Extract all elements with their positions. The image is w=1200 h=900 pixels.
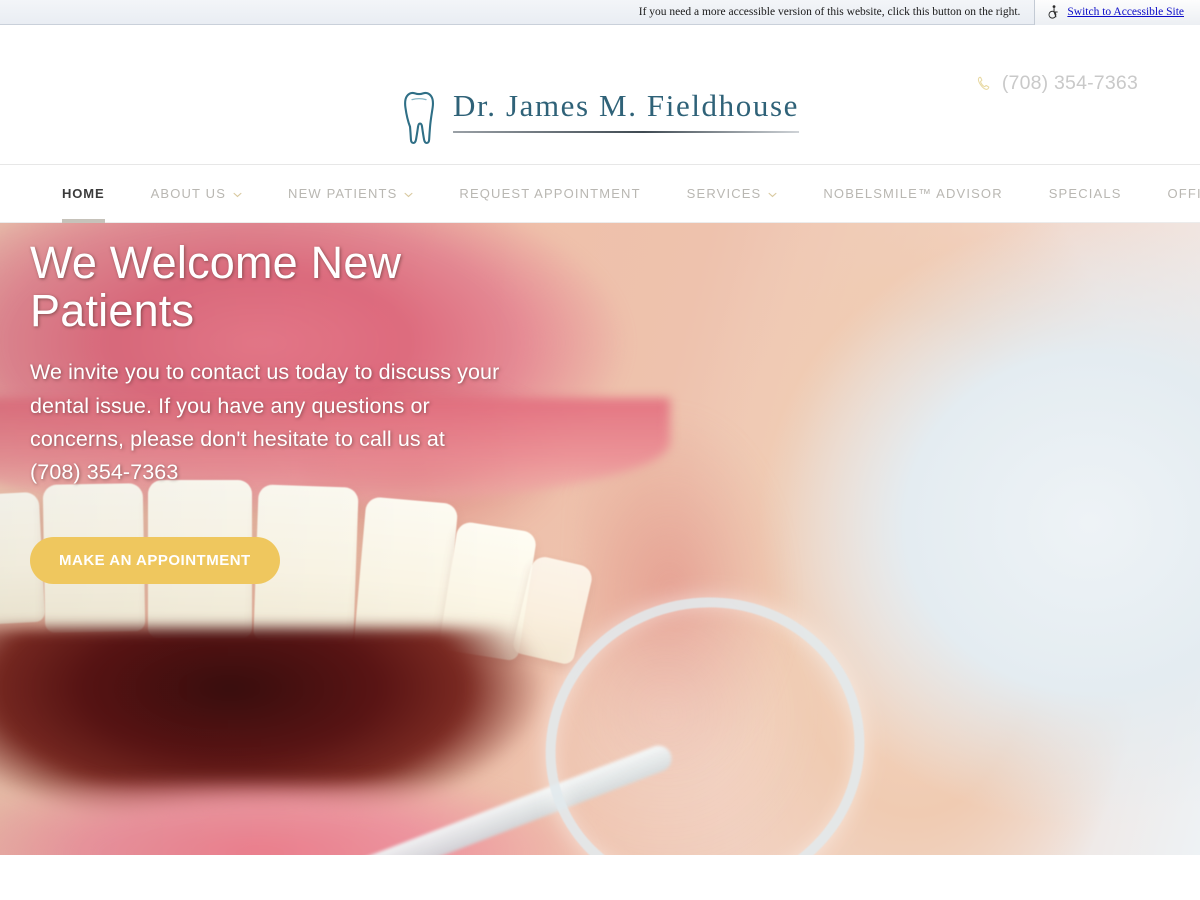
site-header: (708) 354-7363 Dr. James M. Fieldhouse xyxy=(0,25,1200,165)
nav-item-office[interactable]: OFFICE xyxy=(1168,165,1200,223)
site-logo[interactable]: Dr. James M. Fieldhouse xyxy=(401,87,799,146)
hero-content: We Welcome New Patients We invite you to… xyxy=(30,239,590,584)
make-an-appointment-button[interactable]: MAKE AN APPOINTMENT xyxy=(30,536,280,584)
main-navigation: HOME ABOUT US NEW PATIENTS REQUEST APPOI… xyxy=(0,165,1200,223)
header-phone[interactable]: (708) 354-7363 xyxy=(976,72,1138,95)
phone-handset-icon xyxy=(977,76,990,90)
hero-title: We Welcome New Patients xyxy=(30,237,402,336)
nav-item-request-appointment[interactable]: REQUEST APPOINTMENT xyxy=(459,165,640,223)
accessibility-bar: If you need a more accessible version of… xyxy=(0,0,1200,25)
nav-item-label: NEW PATIENTS xyxy=(288,186,398,201)
switch-to-accessible-site-button[interactable]: Switch to Accessible Site xyxy=(1034,0,1200,25)
logo-underline xyxy=(453,130,799,133)
tooth-icon xyxy=(404,91,435,145)
chevron-down-icon xyxy=(404,192,413,197)
wheelchair-accessibility-icon xyxy=(1048,5,1059,19)
nav-item-label: SPECIALS xyxy=(1048,186,1122,201)
nav-item-nobelsmile-advisor[interactable]: NOBELSMILE™ ADVISOR xyxy=(823,165,1002,223)
nav-item-label: NOBELSMILE™ ADVISOR xyxy=(823,186,1003,201)
nav-item-label: ABOUT US xyxy=(150,186,227,201)
accessibility-message: If you need a more accessible version of… xyxy=(638,6,1021,18)
nav-item-specials[interactable]: SPECIALS xyxy=(1049,165,1122,223)
nav-item-label: SERVICES xyxy=(686,186,762,201)
page-bottom-spacer xyxy=(0,855,1200,900)
nav-item-services[interactable]: SERVICES xyxy=(687,165,778,223)
chevron-down-icon xyxy=(768,192,777,197)
hero-banner: We Welcome New Patients We invite you to… xyxy=(0,223,1200,855)
nav-item-home[interactable]: HOME xyxy=(62,165,105,223)
phone-number: (708) 354-7363 xyxy=(1001,72,1138,94)
hero-subtitle: We invite you to contact us today to dis… xyxy=(30,360,500,485)
chevron-down-icon xyxy=(233,192,242,197)
switch-to-accessible-site-label: Switch to Accessible Site xyxy=(1067,6,1184,18)
nav-item-about-us[interactable]: ABOUT US xyxy=(151,165,242,223)
nav-item-label: REQUEST APPOINTMENT xyxy=(459,186,641,201)
nav-item-new-patients[interactable]: NEW PATIENTS xyxy=(288,165,413,223)
practice-name: Dr. James M. Fieldhouse xyxy=(453,88,799,123)
nav-item-label: HOME xyxy=(62,186,105,201)
nav-item-label: OFFICE xyxy=(1167,186,1200,201)
